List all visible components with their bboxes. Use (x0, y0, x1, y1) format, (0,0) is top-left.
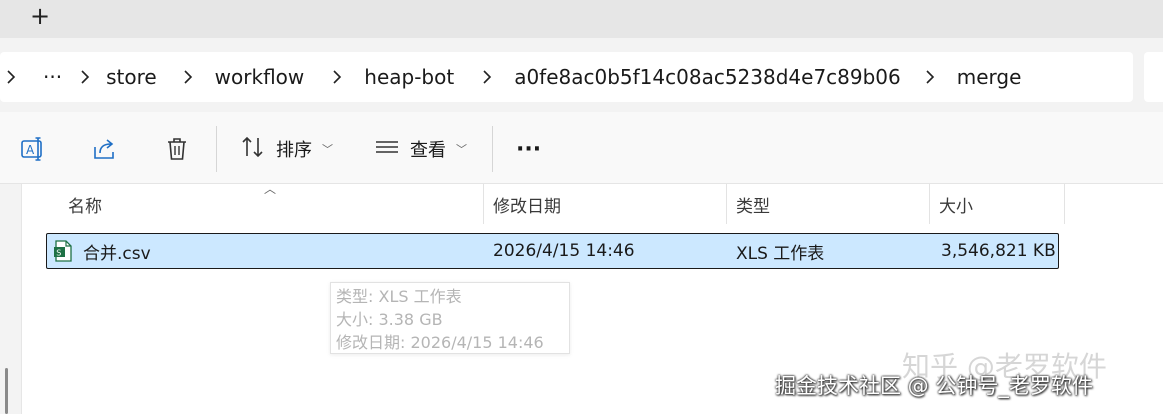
csv-file-icon: S (53, 240, 73, 262)
chevron-right-icon (180, 69, 196, 85)
watermark-juejin: 掘金技术社区 @ 公钟号_老罗软件 (775, 374, 1093, 398)
new-tab-button[interactable]: + (26, 2, 54, 30)
sort-icon (240, 134, 266, 165)
toolbar-divider (492, 126, 493, 172)
toolbar-divider (216, 126, 217, 172)
scrollbar-thumb[interactable] (5, 368, 8, 414)
chevron-right-icon (329, 69, 345, 85)
column-header-type[interactable]: 类型 (726, 184, 928, 224)
file-info-tooltip: 类型: XLS 工作表 大小: 3.38 GB 修改日期: 2026/4/15 … (330, 282, 570, 354)
chevron-right-icon (77, 69, 93, 85)
svg-text:S: S (56, 249, 61, 258)
more-options-button[interactable]: ··· (516, 134, 541, 164)
breadcrumb: ··· store workflow heap-bot a0fe8ac0b5f1… (0, 52, 1024, 102)
tab-strip: + (0, 0, 1163, 38)
file-explorer-window: + ··· store workflow heap-bot a0fe8ac0b5… (0, 0, 1163, 414)
command-bar: A 排序 ﹀ 查看 ﹀ ··· (0, 112, 1163, 184)
address-bar-row: ··· store workflow heap-bot a0fe8ac0b5f1… (0, 38, 1163, 112)
file-name: 合并.csv (83, 243, 151, 264)
chevron-right-icon (922, 69, 938, 85)
column-header-modified[interactable]: 修改日期 (483, 184, 725, 224)
chevron-down-icon: ﹀ (456, 143, 467, 156)
column-divider[interactable] (1064, 184, 1065, 224)
tooltip-modified: 修改日期: 2026/4/15 14:46 (336, 333, 544, 352)
file-row[interactable]: S 合并.csv 2026/4/15 14:46 XLS 工作表 3,546,8… (46, 233, 1059, 269)
tooltip-type: 类型: XLS 工作表 (336, 287, 462, 306)
rename-icon[interactable]: A (18, 134, 48, 164)
share-icon[interactable] (90, 134, 120, 164)
view-label: 查看 (410, 140, 446, 161)
tooltip-size: 大小: 3.38 GB (336, 310, 443, 329)
svg-text:A: A (26, 143, 35, 157)
column-header-name[interactable]: 名称 (58, 184, 482, 224)
view-button[interactable]: 查看 ﹀ (374, 134, 467, 164)
file-modified: 2026/4/15 14:46 (493, 241, 635, 261)
breadcrumb-item-folder-id[interactable]: a0fe8ac0b5f14c08ac5238d4e7c89b06 (511, 65, 904, 89)
chevron-down-icon: ﹀ (322, 143, 333, 156)
address-bar[interactable]: ··· store workflow heap-bot a0fe8ac0b5f1… (0, 52, 1133, 102)
breadcrumb-item-store[interactable]: store (103, 65, 160, 89)
chevron-right-icon (0, 69, 26, 85)
list-view-icon (374, 134, 400, 165)
column-header-size[interactable]: 大小 (929, 184, 1063, 224)
breadcrumb-item-workflow[interactable]: workflow (212, 65, 308, 89)
breadcrumb-item-heap-bot[interactable]: heap-bot (361, 65, 457, 89)
breadcrumb-overflow[interactable]: ··· (40, 65, 65, 89)
delete-icon[interactable] (162, 134, 192, 164)
sort-label: 排序 (276, 140, 312, 161)
chevron-right-icon (479, 69, 495, 85)
file-size: 3,546,821 KB (941, 241, 1056, 261)
sort-button[interactable]: 排序 ﹀ (240, 134, 333, 164)
file-type: XLS 工作表 (736, 243, 825, 264)
breadcrumb-item-merge[interactable]: merge (954, 65, 1025, 89)
search-box[interactable] (1144, 52, 1163, 102)
navigation-pane-scrollbar[interactable] (0, 184, 22, 414)
